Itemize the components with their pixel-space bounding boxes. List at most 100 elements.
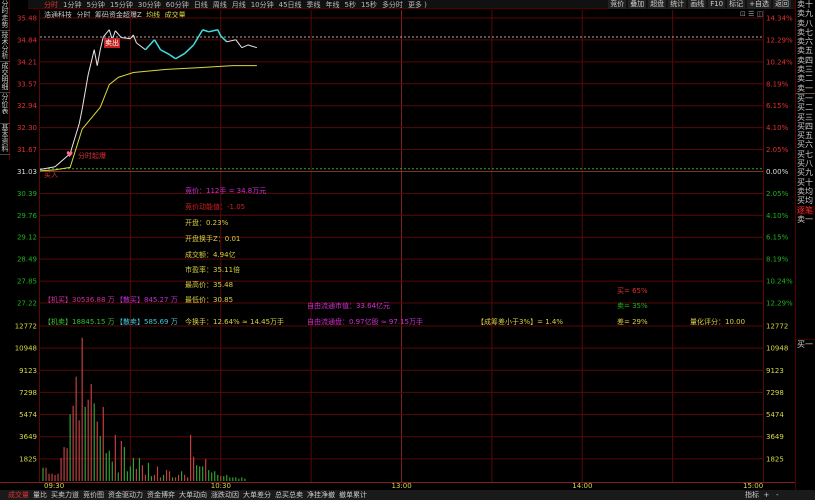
sell-level-6: 卖四 (797, 55, 813, 65)
percent-tick-label: 8.19% (766, 80, 789, 88)
indicator-button[interactable]: 指标 (745, 491, 759, 499)
amount-info: 成交额：4.94亿 (185, 251, 236, 259)
sell-level-9: 卖一 (797, 83, 813, 93)
price-line-segment (247, 44, 258, 49)
retail-sell: 【散卖】585.69 万 (116, 318, 178, 326)
diff-percent: 差= 29% (617, 318, 648, 326)
buy-level-9: 买十 (797, 177, 813, 187)
time-tick-label: 14:00 (572, 482, 592, 490)
percent-tick-label: 8.19% (766, 256, 789, 264)
tick-row-buy: 买一 (796, 339, 815, 350)
buy-level-3: 买四 (797, 121, 813, 131)
chip-diff: 【成筹差小于3%】= 1.4% (477, 318, 563, 326)
percent-tick-label: 6.15% (766, 102, 789, 110)
buy-level-0: 买一 (797, 93, 813, 103)
sell-level-1: 卖九 (797, 9, 813, 19)
sell-level-2: 卖八 (797, 18, 813, 28)
buy-marker: 买入 (44, 171, 58, 179)
order-book-panel: 卖十 卖九 卖八 卖七 卖六 卖五 卖四 卖三 卖二 卖一 买一 买二 买三 买四 买五 买六 买七 买八 买九 买十… (795, 0, 815, 490)
auction-strength: 竞价动能值：-1.05 (185, 203, 246, 211)
time-tick-label: 13:00 (392, 482, 412, 490)
tick-tab[interactable]: 逐笔 (796, 205, 815, 215)
avg-1: 买均 (797, 196, 813, 206)
price-tick-label: 31.03 (17, 168, 37, 176)
sell-level-3: 卖七 (797, 27, 813, 37)
bottom-tab-6[interactable]: 大单动向 (179, 490, 207, 500)
volume-tick-label: 12772 (15, 323, 37, 331)
price-tick-label: 29.12 (17, 234, 37, 242)
turnover-info: 今换手：12.64% ≈ 14.45万手 (185, 318, 285, 326)
bottom-tab-3[interactable]: 竞价图 (83, 490, 104, 500)
bottom-tab-1[interactable]: 量比 (33, 490, 47, 500)
price-line-segment (81, 74, 89, 110)
tick-row: 卖一 (797, 214, 813, 224)
price-line-segment (102, 29, 110, 38)
percent-tick-label: 10.24% (766, 58, 793, 66)
price-line-segment (96, 49, 101, 66)
sell-level-4: 卖六 (797, 37, 813, 47)
price-line-segment (160, 49, 170, 56)
bottom-tab-8[interactable]: 大单差分 (243, 490, 271, 500)
percent-tick-label: 0.00% (766, 168, 789, 176)
percent-tick-label: 4.10% (766, 212, 789, 220)
price-tick-label: 27.85 (17, 278, 37, 286)
price-line-segment (175, 52, 185, 60)
volume-tick-label-right: 9123 (766, 367, 784, 375)
price-line-segment (121, 37, 131, 40)
high-info: 最高价：35.48 (185, 281, 234, 289)
bottom-tab-0[interactable]: 成交量 (8, 490, 29, 500)
zoom-in-button[interactable]: + (763, 491, 769, 499)
price-line-segment (78, 108, 83, 125)
avg-0: 卖均 (797, 186, 813, 196)
sell-level-8: 卖二 (797, 74, 813, 84)
price-tick-label: 35.48 (17, 15, 37, 23)
burst-marker: 分时起爆 (78, 152, 106, 160)
volume-tick-label: 10948 (15, 345, 37, 353)
price-line-segment (136, 42, 146, 51)
zoom-out-button[interactable]: - (776, 491, 779, 499)
buy-level-5: 买六 (797, 140, 813, 150)
price-line-segment (169, 53, 176, 60)
time-tick-label: 10:30 (211, 482, 231, 490)
sell-level-5: 卖五 (797, 46, 813, 56)
price-line-segment (132, 34, 137, 44)
price-tick-label: 29.76 (17, 212, 38, 220)
price-tick-label: 34.84 (17, 36, 38, 44)
inst-sell: 【机卖】18845.15 万 (44, 318, 115, 326)
bottom-tab-4[interactable]: 资金驱动力 (108, 490, 143, 500)
bottom-tab-7[interactable]: 涨跌动因 (211, 490, 239, 500)
price-line-segment (153, 39, 162, 51)
bottom-tab-2[interactable]: 买卖力道 (51, 490, 79, 500)
price-tick-label: 28.49 (17, 256, 37, 264)
sell-percent: 卖= 35% (617, 302, 648, 310)
time-tick-label: 15:00 (743, 482, 763, 490)
volume-tick-label-right: 5474 (766, 411, 784, 419)
buy-level-7: 买八 (797, 159, 813, 169)
price-line-segment (99, 36, 104, 50)
intraday-chart[interactable]: 35.48 14.34% 34.84 12.29% 34.21 10.24% 33.57 8.… (0, 0, 815, 490)
price-tick-label: 32.94 (17, 102, 38, 110)
price-tick-label: 32.30 (17, 124, 37, 132)
indicator-tab-bar: 成交量 量比 买卖力道 竞价图 资金驱动力 资金博弈 大单动向 涨跌动因 大单差分 总买总卖 净挂净… (0, 490, 815, 500)
percent-tick-label: 2.05% (766, 146, 789, 154)
buy-level-8: 买九 (797, 168, 813, 178)
bottom-tab-11[interactable]: 撤单累计 (339, 490, 367, 500)
sell-marker: 卖出 (104, 38, 120, 48)
price-line-segment (235, 39, 243, 48)
auction-info: 竞价：112手 = 34.8万元 (185, 187, 267, 195)
pe-info: 市盈率：35.11倍 (185, 266, 241, 274)
time-tick-label: 09:30 (44, 482, 64, 490)
bottom-tab-9[interactable]: 总买总卖 (275, 490, 303, 500)
volume-tick-label-right: 1825 (766, 455, 784, 463)
bottom-tab-10[interactable]: 净挂净撤 (307, 490, 335, 500)
price-line-segment (93, 49, 98, 66)
percent-tick-label: 4.10% (766, 124, 789, 132)
price-tick-label: 27.22 (17, 300, 37, 308)
price-tick-label: 33.57 (17, 80, 37, 88)
quant-score: 量化评分：10.00 (690, 318, 746, 326)
burst-marker-icon: ♥ (66, 150, 74, 159)
buy-level-2: 买三 (797, 112, 813, 122)
bottom-tab-5[interactable]: 资金博弈 (147, 490, 175, 500)
price-line-segment (184, 44, 195, 55)
inst-buy: 【机买】30536.88 万 (44, 296, 115, 304)
